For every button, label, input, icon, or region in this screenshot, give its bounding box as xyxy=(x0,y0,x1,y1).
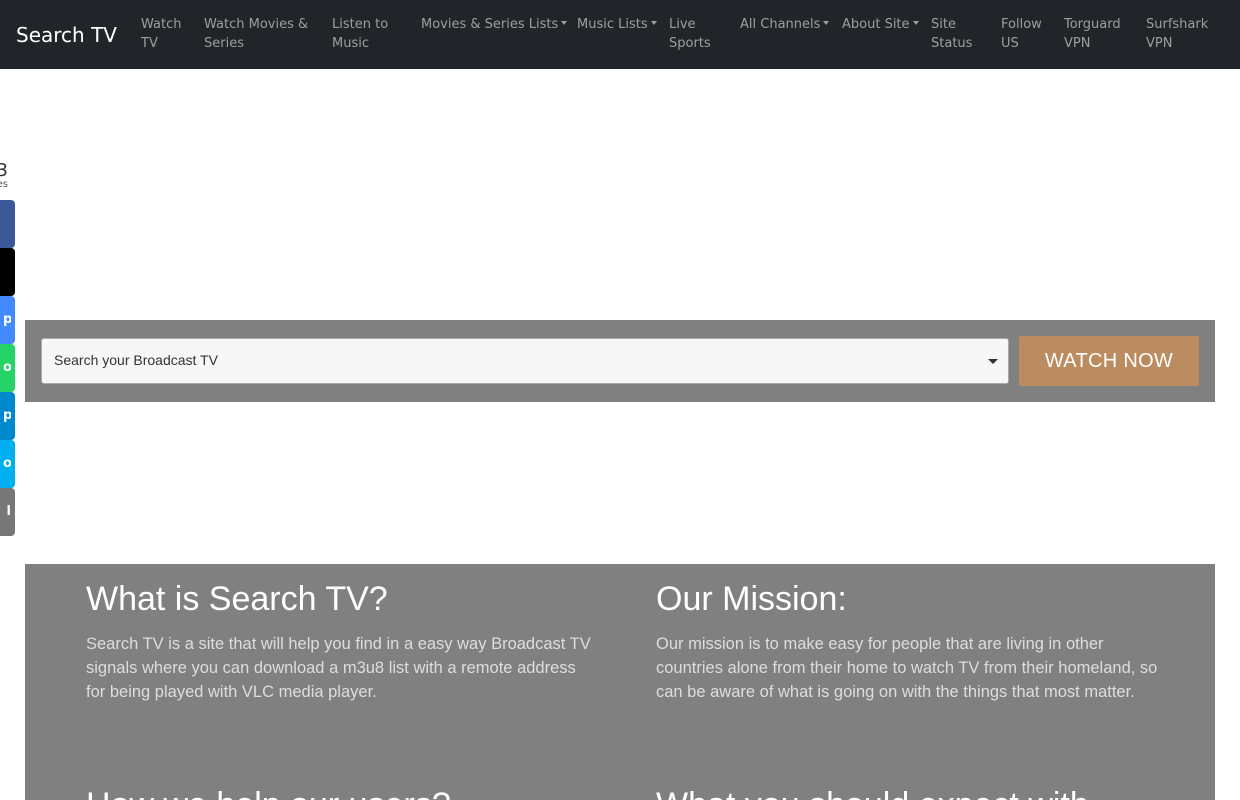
brand-logo[interactable]: Search TV xyxy=(16,22,117,48)
nav-watch-movies-series[interactable]: Watch Movies & Series xyxy=(204,15,316,53)
nav-follow-us[interactable]: Follow US xyxy=(1001,15,1049,53)
watch-now-button[interactable]: WATCH NOW xyxy=(1019,336,1199,386)
what-is-title: What is Search TV? xyxy=(86,580,388,618)
top-navbar: Search TV Watch TV Watch Movies & Series… xyxy=(0,0,1240,69)
nav-site-status[interactable]: Site Status xyxy=(931,15,973,53)
nav-all-channels[interactable]: All Channels xyxy=(740,15,830,34)
nav-label: Watch TV xyxy=(141,17,182,51)
info-section: What is Search TV? Search TV is a site t… xyxy=(25,564,1215,800)
dropdown-caret-icon xyxy=(561,21,568,25)
help-column: How we help our users? xyxy=(86,785,596,800)
nav-label: Listen to Music xyxy=(332,17,389,51)
nav-music-lists[interactable]: Music Lists xyxy=(577,15,657,34)
expect-column: What you should expect with xyxy=(656,785,1166,800)
nav-about-site[interactable]: About Site xyxy=(842,15,919,34)
whatsapp-icon: o xyxy=(3,360,11,375)
x-icon xyxy=(3,264,11,280)
nav-label: Follow US xyxy=(1001,17,1042,51)
nav-surfshark-vpn[interactable]: Surfshark VPN xyxy=(1146,15,1214,53)
mission-text: Our mission is to make easy for people t… xyxy=(656,635,1158,701)
chevron-down-icon xyxy=(988,359,998,364)
share-count-label: es xyxy=(0,179,8,190)
what-is-text: Search TV is a site that will help you f… xyxy=(86,635,591,701)
skype-icon: o xyxy=(3,456,11,471)
facebook-share-button[interactable] xyxy=(0,200,15,248)
sharethis-icon: l xyxy=(6,504,11,519)
nav-label: Live Sports xyxy=(669,17,711,51)
search-select-value: Search your Broadcast TV xyxy=(54,352,218,368)
nav-label: Site Status xyxy=(931,17,973,51)
facebook-icon xyxy=(3,216,11,232)
nav-label: Watch Movies & Series xyxy=(204,17,309,51)
nav-live-sports[interactable]: Live Sports xyxy=(669,15,715,53)
what-is-column: What is Search TV? Search TV is a site t… xyxy=(86,579,596,704)
nav-label: All Channels xyxy=(740,17,821,32)
search-band: Search your Broadcast TV WATCH NOW xyxy=(25,320,1215,402)
nav-watch-tv[interactable]: Watch TV xyxy=(141,15,189,53)
expect-title: What you should expect with xyxy=(656,785,1166,800)
telegram-icon: p xyxy=(3,408,11,423)
nav-torguard-vpn[interactable]: Torguard VPN xyxy=(1064,15,1128,53)
skype-share-button[interactable]: o xyxy=(0,440,15,488)
dropdown-caret-icon xyxy=(650,21,657,25)
nav-label: Music Lists xyxy=(577,17,648,32)
share-count-number: 3 xyxy=(0,160,8,181)
nav-movies-series-lists[interactable]: Movies & Series Lists xyxy=(421,15,568,34)
mission-title: Our Mission: xyxy=(656,580,847,618)
dropdown-caret-icon xyxy=(912,21,919,25)
dropdown-caret-icon xyxy=(823,21,830,25)
sharethis-share-button[interactable]: l xyxy=(0,488,15,536)
messenger-icon: p xyxy=(3,312,11,327)
help-title: How we help our users? xyxy=(86,785,596,800)
broadcast-search-select[interactable]: Search your Broadcast TV xyxy=(41,338,1009,384)
x-share-button[interactable] xyxy=(0,248,15,296)
nav-label: About Site xyxy=(842,17,910,32)
nav-label: Torguard VPN xyxy=(1064,17,1121,51)
mission-column: Our Mission: Our mission is to make easy… xyxy=(656,579,1166,704)
nav-label: Surfshark VPN xyxy=(1146,17,1209,51)
nav-label: Movies & Series Lists xyxy=(421,17,559,32)
messenger-share-button[interactable]: p xyxy=(0,296,15,344)
nav-listen-music[interactable]: Listen to Music xyxy=(332,15,404,53)
share-counter: 3 es xyxy=(0,162,8,190)
whatsapp-share-button[interactable]: o xyxy=(0,344,15,392)
telegram-share-button[interactable]: p xyxy=(0,392,15,440)
